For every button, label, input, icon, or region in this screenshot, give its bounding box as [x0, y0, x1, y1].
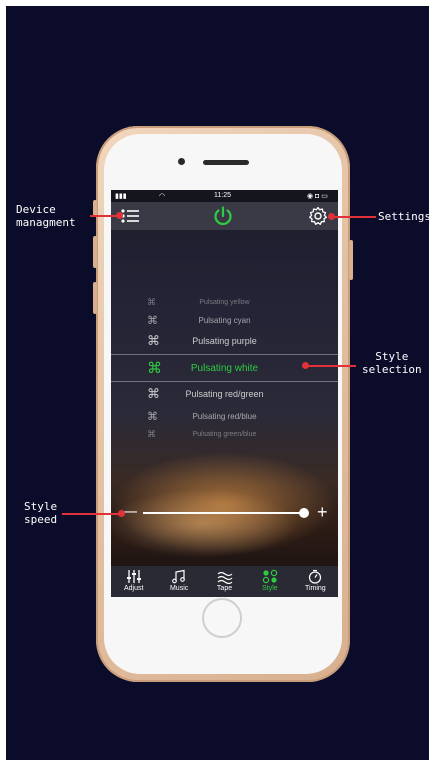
- timer-icon: [309, 569, 322, 584]
- power-side-button: [349, 240, 353, 280]
- status-bar: ▮▮▮ ◠ 11:25 ◉ ◘ ▭: [111, 190, 338, 202]
- style-row-pulsating-cyan[interactable]: ⌘ Pulsating cyan: [111, 310, 338, 330]
- home-button[interactable]: [202, 598, 242, 638]
- annotation-device-management: Device managment: [16, 203, 76, 229]
- style-row-pulsating-green-blue[interactable]: ⌘ Pulsating green/blue: [111, 424, 338, 444]
- battery-icon: ◉ ◘ ▭: [307, 193, 328, 200]
- style-label: Pulsating green/blue: [192, 430, 257, 438]
- tab-adjust[interactable]: Adjust: [111, 566, 156, 597]
- style-row-pulsating-red-green[interactable]: ⌘ Pulsating red/green: [111, 384, 338, 404]
- style-pattern-icon: [262, 569, 278, 584]
- top-bar: [111, 202, 338, 230]
- annotation-dot: [116, 212, 123, 219]
- annotation-line: [332, 216, 376, 218]
- app-screen: ▮▮▮ ◠ 11:25 ◉ ◘ ▭ ⌘ Pulsating yellow ⌘ P…: [111, 190, 338, 597]
- style-label: Pulsating purple: [192, 336, 257, 346]
- power-icon[interactable]: [212, 205, 234, 227]
- speed-increase-button[interactable]: +: [317, 502, 328, 523]
- speed-slider-thumb[interactable]: [299, 508, 309, 518]
- volume-up-button: [93, 236, 97, 268]
- volume-down-button: [93, 282, 97, 314]
- tab-label: Adjust: [123, 585, 144, 592]
- annotation-style-speed: Style speed: [24, 500, 58, 526]
- device-list-icon[interactable]: [121, 208, 139, 224]
- annotation-line: [90, 215, 118, 217]
- style-label: Pulsating cyan: [198, 315, 251, 325]
- gear-icon[interactable]: [308, 206, 328, 226]
- signal-icon: ▮▮▮: [115, 193, 127, 200]
- style-label: Pulsating red/blue: [192, 411, 257, 421]
- tab-label: Timing: [304, 585, 326, 592]
- tab-bar: Adjust Music Tape Style Timing: [111, 566, 338, 597]
- annotation-dot: [302, 362, 309, 369]
- wifi-icon: ◠: [159, 193, 166, 200]
- style-row-pulsating-red-blue[interactable]: ⌘ Pulsating red/blue: [111, 406, 338, 426]
- silent-switch: [93, 200, 97, 216]
- annotation-dot: [118, 510, 125, 517]
- annotation-line: [306, 365, 356, 367]
- tape-wave-icon: [217, 571, 232, 584]
- speed-slider-track[interactable]: [143, 512, 304, 514]
- front-camera: [178, 158, 185, 165]
- status-time: 11:25: [214, 192, 231, 199]
- annotation-line: [62, 513, 122, 515]
- sliders-icon: [126, 570, 141, 583]
- tab-label: Tape: [216, 585, 233, 592]
- earpiece-speaker: [203, 160, 249, 165]
- music-note-icon: [172, 569, 185, 584]
- annotation-style-selection: Style selection: [362, 350, 422, 376]
- tab-style[interactable]: Style: [247, 566, 292, 597]
- annotation-dot: [328, 213, 335, 220]
- style-row-pulsating-purple[interactable]: ⌘ Pulsating purple: [111, 331, 338, 351]
- style-row-pulsating-yellow[interactable]: ⌘ Pulsating yellow: [111, 292, 338, 312]
- tab-label: Music: [169, 585, 189, 592]
- tab-music[interactable]: Music: [156, 566, 201, 597]
- tab-timing[interactable]: Timing: [293, 566, 338, 597]
- tab-tape[interactable]: Tape: [202, 566, 247, 597]
- style-label: Pulsating yellow: [199, 298, 250, 306]
- style-label: Pulsating red/green: [185, 389, 264, 399]
- tab-label: Style: [262, 585, 278, 592]
- annotation-settings: Settings: [378, 210, 429, 223]
